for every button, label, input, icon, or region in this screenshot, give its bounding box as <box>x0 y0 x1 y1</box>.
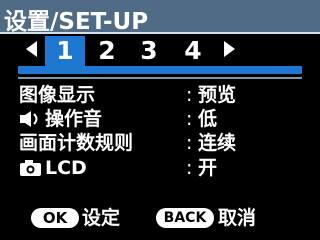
tab-prev-arrow-icon[interactable] <box>26 41 37 57</box>
menu-item-lcd[interactable]: LCD : 开 <box>18 156 302 180</box>
ok-hint-label: 设定 <box>82 207 121 229</box>
setup-screen: 设置/SET-UP 1 2 3 4 图像显示 : 预览 操作音 : 低 画面计数… <box>0 0 320 240</box>
menu-item-label: 操作音 <box>45 108 103 130</box>
menu-item-separator: : <box>186 157 193 179</box>
camera-icon <box>19 159 43 177</box>
back-hint-label: 取消 <box>218 207 257 229</box>
tab-1[interactable]: 1 <box>45 36 85 66</box>
speaker-icon <box>19 110 43 128</box>
menu-item-label: 图像显示 <box>19 84 96 106</box>
menu-item-value: 预览 <box>198 84 237 106</box>
menu-item-value: 连续 <box>198 132 237 154</box>
menu-item-image-display[interactable]: 图像显示 : 预览 <box>18 83 302 107</box>
header-divider <box>0 32 320 34</box>
back-button[interactable]: BACK <box>156 208 214 228</box>
menu-item-separator: : <box>186 108 193 130</box>
menu-item-frame-counter[interactable]: 画面计数规则 : 连续 <box>18 131 302 155</box>
footer-hints: OK 设定 BACK 取消 <box>0 200 320 240</box>
menu-item-label: LCD <box>45 157 87 179</box>
menu-item-value: 低 <box>198 108 218 130</box>
ok-button[interactable]: OK <box>31 208 79 228</box>
menu-item-separator: : <box>186 132 193 154</box>
tab-3[interactable]: 3 <box>136 36 162 66</box>
menu-item-operation-sound[interactable]: 操作音 : 低 <box>18 107 302 131</box>
tab-next-arrow-icon[interactable] <box>224 41 235 57</box>
menu-item-label: 画面计数规则 <box>19 132 134 154</box>
header-bar: 设置/SET-UP <box>0 0 320 35</box>
page-title: 设置/SET-UP <box>4 9 149 35</box>
tab-2[interactable]: 2 <box>94 36 120 66</box>
menu-item-separator: : <box>186 84 193 106</box>
menu-item-value: 开 <box>198 157 218 179</box>
tab-4[interactable]: 4 <box>180 36 206 66</box>
menu-list: 图像显示 : 预览 操作音 : 低 画面计数规则 : 连续 LCD: 开 <box>18 77 302 189</box>
active-tab-underline <box>18 66 302 74</box>
